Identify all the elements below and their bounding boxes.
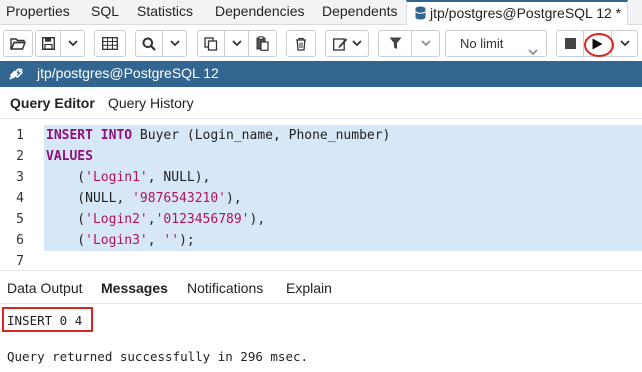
database-icon: [415, 4, 426, 26]
connection-bar: jtp/postgres@PostgreSQL 12: [0, 61, 642, 87]
copy-options-dropdown[interactable]: [225, 30, 249, 57]
find-options-dropdown[interactable]: [163, 30, 187, 57]
folder-open-icon: [10, 37, 26, 50]
tab-notifications[interactable]: Notifications: [187, 280, 263, 296]
open-file-button[interactable]: [3, 30, 33, 57]
trash-icon: [295, 37, 307, 51]
chevron-down-icon: [67, 40, 78, 47]
cancel-query-button[interactable]: [556, 30, 584, 57]
chevron-down-icon: [169, 40, 180, 47]
delete-button[interactable]: [286, 30, 316, 57]
connection-label: jtp/postgres@PostgreSQL 12: [37, 65, 219, 81]
find-button[interactable]: [135, 30, 163, 57]
code-line: INSERT INTO Buyer (Login_name, Phone_num…: [46, 128, 391, 143]
save-icon: [41, 37, 55, 50]
search-icon: [142, 37, 156, 51]
line-number: 2: [16, 149, 24, 164]
chevron-down-icon: [231, 40, 242, 47]
tab-sql[interactable]: SQL: [91, 0, 119, 25]
code-line: ('Login3', '');: [46, 233, 195, 248]
filter-button[interactable]: [378, 30, 412, 57]
line-number-gutter: 1 2 3 4 5 6 7: [0, 125, 40, 272]
code-line: ('Login1', NULL),: [46, 170, 211, 185]
connection-status-icon[interactable]: [7, 66, 25, 85]
tab-query-tool[interactable]: jtp/postgres@PostgreSQL 12 *: [406, 0, 629, 26]
tab-messages[interactable]: Messages: [101, 280, 168, 296]
row-limit-value: No limit: [460, 36, 504, 51]
code-line: (NULL, '9876543210'),: [46, 191, 242, 206]
tab-query-history[interactable]: Query History: [108, 95, 194, 111]
chevron-down-icon: [619, 40, 630, 47]
editor-tab-bar: Query Editor Query History: [0, 87, 642, 119]
chevron-down-icon: [420, 40, 431, 47]
tab-statistics[interactable]: Statistics: [137, 0, 193, 25]
results-tab-bar: Data Output Messages Notifications Expla…: [0, 270, 642, 304]
paste-button[interactable]: [249, 30, 277, 57]
code-line: ('Login2','0123456789'),: [46, 212, 266, 227]
execute-options-dropdown[interactable]: [612, 30, 638, 57]
row-limit-select[interactable]: No limit: [445, 30, 547, 57]
tab-query-tool-label: jtp/postgres@PostgreSQL 12 *: [430, 5, 622, 21]
paste-icon: [256, 36, 269, 51]
line-number: 4: [16, 191, 24, 206]
edit-icon: [332, 37, 348, 51]
messages-panel: INSERT 0 4 Query returned successfully i…: [0, 305, 642, 372]
tab-dependencies[interactable]: Dependencies: [215, 0, 305, 25]
stop-icon: [564, 38, 576, 49]
tab-explain[interactable]: Explain: [286, 280, 332, 296]
tab-dependents[interactable]: Dependents: [322, 0, 398, 25]
copy-icon: [204, 36, 218, 51]
chevron-down-icon: [351, 40, 362, 47]
query-toolbar: No limit: [0, 25, 642, 61]
line-number: 7: [16, 254, 24, 269]
save-options-dropdown[interactable]: [61, 30, 85, 57]
table-icon: [102, 37, 118, 50]
edit-button[interactable]: [325, 30, 369, 57]
result-message: INSERT 0 4: [7, 313, 83, 328]
filter-icon: [389, 37, 402, 50]
line-number: 3: [16, 170, 24, 185]
copy-button[interactable]: [197, 30, 225, 57]
filter-options-dropdown[interactable]: [412, 30, 440, 57]
code-area[interactable]: INSERT INTO Buyer (Login_name, Phone_num…: [44, 125, 642, 269]
sql-editor[interactable]: 1 2 3 4 5 6 7 INSERT INTO Buyer (Login_n…: [0, 120, 642, 269]
line-number: 1: [16, 128, 24, 143]
code-line: VALUES: [46, 149, 93, 164]
tab-properties[interactable]: Properties: [6, 0, 70, 25]
save-file-button[interactable]: [35, 30, 61, 57]
tab-query-editor[interactable]: Query Editor: [10, 95, 95, 111]
line-number: 6: [16, 233, 24, 248]
execute-highlight-circle: [584, 33, 614, 57]
status-message: Query returned successfully in 296 msec.: [7, 349, 309, 364]
line-number: 5: [16, 212, 24, 227]
tab-data-output[interactable]: Data Output: [7, 280, 83, 296]
panel-tab-bar: Properties SQL Statistics Dependencies D…: [0, 0, 642, 26]
edit-data-button[interactable]: [94, 30, 126, 57]
